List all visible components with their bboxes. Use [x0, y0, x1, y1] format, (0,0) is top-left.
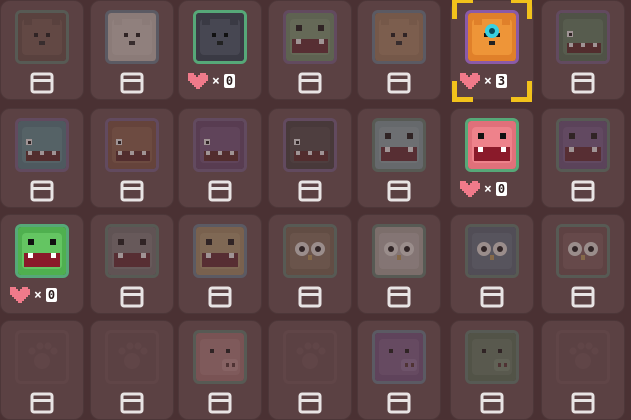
- character-select-grid: × 0 × 3 × 0 × 0: [0, 0, 631, 420]
- lives-count: 3: [495, 74, 508, 88]
- storage-box-icon: [30, 180, 54, 202]
- character-slot-yellow-hippo[interactable]: [178, 214, 262, 314]
- paw-icon: [283, 330, 337, 384]
- blue-hippo-portrait: [372, 118, 426, 172]
- storage-box-icon: [298, 72, 322, 94]
- brown-owl-portrait: [283, 224, 337, 278]
- green-hippo-portrait: [15, 224, 69, 278]
- character-slot-pink-pig[interactable]: [178, 320, 262, 420]
- purple-hippo-portrait: [556, 118, 610, 172]
- times-sign: ×: [34, 287, 42, 303]
- orange-bear-portrait: [372, 10, 426, 64]
- storage-box-icon: [387, 180, 411, 202]
- yellow-hippo-portrait: [193, 224, 247, 278]
- red-dragon-portrait: [105, 118, 159, 172]
- storage-box-icon: [120, 392, 144, 414]
- storage-box-icon: [571, 72, 595, 94]
- character-slot-blue-hippo[interactable]: [357, 108, 441, 208]
- character-slot-dark-dragon[interactable]: [268, 108, 352, 208]
- dark-dragon-portrait: [283, 118, 337, 172]
- storage-box-icon: [387, 392, 411, 414]
- white-owl-portrait: [372, 224, 426, 278]
- character-slot-blue-owl[interactable]: [450, 214, 534, 314]
- storage-box-icon: [571, 286, 595, 308]
- storage-box-icon: [208, 392, 232, 414]
- character-slot-green-hippo[interactable]: × 0: [0, 214, 84, 314]
- bear-portrait: [15, 10, 69, 64]
- character-slot-white-owl[interactable]: [357, 214, 441, 314]
- black-cat-portrait: [193, 10, 247, 64]
- storage-box-icon: [120, 286, 144, 308]
- storage-box-icon: [571, 392, 595, 414]
- times-sign: ×: [212, 73, 220, 89]
- storage-box-icon: [208, 180, 232, 202]
- character-slot-locked: [541, 320, 625, 420]
- green-dragon-portrait: [556, 10, 610, 64]
- red-owl-portrait: [556, 224, 610, 278]
- lives-count: 0: [495, 182, 508, 196]
- storage-box-icon: [387, 286, 411, 308]
- green-frog-portrait: [283, 10, 337, 64]
- lives-counter: × 0: [8, 284, 58, 306]
- storage-box-icon: [480, 392, 504, 414]
- paw-icon: [15, 330, 69, 384]
- character-slot-green-dragon[interactable]: [541, 0, 625, 100]
- character-slot-purple-pig[interactable]: [357, 320, 441, 420]
- storage-box-icon: [208, 286, 232, 308]
- character-slot-polar-bear[interactable]: [90, 0, 174, 100]
- storage-box-icon: [30, 72, 54, 94]
- purple-dragon-portrait: [193, 118, 247, 172]
- grey-hippo-portrait: [105, 224, 159, 278]
- purple-pig-portrait: [372, 330, 426, 384]
- pink-pig-portrait: [193, 330, 247, 384]
- lives-counter: × 0: [186, 70, 236, 92]
- times-sign: ×: [484, 181, 492, 197]
- green-pig-portrait: [465, 330, 519, 384]
- character-slot-red-dragon[interactable]: [90, 108, 174, 208]
- character-slot-purple-hippo[interactable]: [541, 108, 625, 208]
- character-slot-black-cat[interactable]: × 0: [178, 0, 262, 100]
- storage-box-icon: [120, 180, 144, 202]
- lives-count: 0: [45, 288, 58, 302]
- paw-icon: [105, 330, 159, 384]
- blue-dragon-portrait: [15, 118, 69, 172]
- character-slot-brown-owl[interactable]: [268, 214, 352, 314]
- storage-box-icon: [120, 72, 144, 94]
- character-slot-orange-bear[interactable]: [357, 0, 441, 100]
- storage-box-icon: [571, 180, 595, 202]
- selection-cursor-corner: [511, 0, 532, 19]
- times-sign: ×: [484, 73, 492, 89]
- character-slot-locked: [90, 320, 174, 420]
- heart-icon: [8, 285, 30, 305]
- storage-box-icon: [298, 392, 322, 414]
- character-slot-bear[interactable]: [0, 0, 84, 100]
- storage-box-icon: [387, 72, 411, 94]
- storage-box-icon: [480, 286, 504, 308]
- character-slot-purple-dragon[interactable]: [178, 108, 262, 208]
- selection-cursor-corner: [452, 81, 473, 102]
- storage-box-icon: [298, 286, 322, 308]
- selection-cursor-corner: [511, 81, 532, 102]
- storage-box-icon: [30, 392, 54, 414]
- heart-icon: [458, 179, 480, 199]
- blue-owl-portrait: [465, 224, 519, 278]
- lives-count: 0: [223, 74, 236, 88]
- character-slot-green-pig[interactable]: [450, 320, 534, 420]
- heart-icon: [186, 71, 208, 91]
- paw-icon: [556, 330, 610, 384]
- selection-cursor-corner: [452, 0, 473, 19]
- character-slot-blue-dragon[interactable]: [0, 108, 84, 208]
- character-slot-red-owl[interactable]: [541, 214, 625, 314]
- pink-hippo-portrait: [465, 118, 519, 172]
- character-slot-green-frog[interactable]: [268, 0, 352, 100]
- character-slot-pink-hippo[interactable]: × 0: [450, 108, 534, 208]
- lives-counter: × 0: [458, 178, 508, 200]
- character-slot-locked: [268, 320, 352, 420]
- character-slot-grey-hippo[interactable]: [90, 214, 174, 314]
- polar-bear-portrait: [105, 10, 159, 64]
- storage-box-icon: [298, 180, 322, 202]
- character-slot-orange-robot-bear[interactable]: × 3: [450, 0, 534, 102]
- character-slot-locked: [0, 320, 84, 420]
